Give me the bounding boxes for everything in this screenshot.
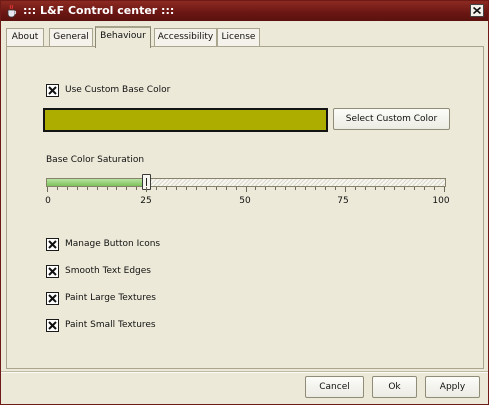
slider-major-tick bbox=[444, 187, 445, 192]
slider-minor-tick bbox=[126, 187, 127, 190]
slider-minor-tick bbox=[424, 187, 425, 190]
saturation-slider-fill bbox=[47, 179, 147, 186]
slider-minor-tick bbox=[255, 187, 256, 190]
paint-large-textures-checkbox[interactable] bbox=[46, 292, 59, 305]
close-icon bbox=[473, 7, 481, 14]
paint-small-textures-checkbox[interactable] bbox=[46, 319, 59, 332]
apply-button[interactable]: Apply bbox=[425, 376, 480, 398]
slider-minor-tick bbox=[206, 187, 207, 190]
tick-label-100: 100 bbox=[432, 196, 450, 206]
custom-color-swatch bbox=[43, 108, 328, 132]
slider-minor-tick bbox=[265, 187, 266, 190]
tab-accessibility[interactable]: Accessibility bbox=[154, 28, 217, 47]
window-title: ::: L&F Control center ::: bbox=[23, 4, 175, 17]
slider-minor-tick bbox=[186, 187, 187, 190]
slider-minor-tick bbox=[434, 187, 435, 190]
slider-minor-tick bbox=[384, 187, 385, 190]
title-bar[interactable]: ::: L&F Control center ::: bbox=[1, 1, 488, 21]
slider-minor-tick bbox=[196, 187, 197, 190]
tab-about[interactable]: About bbox=[6, 28, 44, 47]
slider-minor-tick bbox=[375, 187, 376, 190]
smooth-text-edges-label: Smooth Text Edges bbox=[65, 266, 151, 276]
slider-minor-tick bbox=[67, 187, 68, 190]
slider-major-tick bbox=[345, 187, 346, 192]
control-center-window: ::: L&F Control center ::: About General… bbox=[0, 0, 489, 405]
ok-button[interactable]: Ok bbox=[372, 376, 417, 398]
paint-small-textures-label: Paint Small Textures bbox=[65, 320, 156, 330]
footer-separator bbox=[1, 371, 488, 373]
checkmark-x-icon bbox=[48, 321, 57, 330]
slider-minor-tick bbox=[404, 187, 405, 190]
java-cup-icon bbox=[5, 4, 19, 18]
slider-minor-tick bbox=[136, 187, 137, 190]
slider-minor-tick bbox=[176, 187, 177, 190]
checkmark-x-icon bbox=[48, 267, 57, 276]
checkmark-x-icon bbox=[48, 86, 57, 95]
slider-minor-tick bbox=[305, 187, 306, 190]
cancel-button[interactable]: Cancel bbox=[305, 376, 364, 398]
slider-minor-tick bbox=[77, 187, 78, 190]
slider-minor-tick bbox=[335, 187, 336, 190]
use-custom-base-color-label: Use Custom Base Color bbox=[65, 85, 171, 95]
smooth-text-edges-checkbox[interactable] bbox=[46, 265, 59, 278]
slider-minor-tick bbox=[166, 187, 167, 190]
slider-minor-tick bbox=[365, 187, 366, 190]
slider-major-tick bbox=[246, 187, 247, 192]
close-button[interactable] bbox=[470, 4, 484, 17]
tick-label-25: 25 bbox=[140, 196, 152, 206]
slider-minor-tick bbox=[97, 187, 98, 190]
slider-minor-tick bbox=[57, 187, 58, 190]
checkmark-x-icon bbox=[48, 240, 57, 249]
paint-large-textures-label: Paint Large Textures bbox=[65, 293, 156, 303]
slider-minor-tick bbox=[116, 187, 117, 190]
slider-major-tick bbox=[47, 187, 48, 192]
slider-minor-tick bbox=[236, 187, 237, 190]
saturation-slider-track[interactable] bbox=[46, 178, 446, 187]
slider-minor-tick bbox=[295, 187, 296, 190]
checkmark-x-icon bbox=[48, 294, 57, 303]
tick-label-75: 75 bbox=[337, 196, 349, 206]
slider-minor-tick bbox=[226, 187, 227, 190]
slider-minor-tick bbox=[394, 187, 395, 190]
slider-minor-tick bbox=[156, 187, 157, 190]
select-custom-color-button[interactable]: Select Custom Color bbox=[333, 108, 450, 130]
tab-general[interactable]: General bbox=[49, 28, 93, 47]
manage-button-icons-checkbox[interactable] bbox=[46, 238, 59, 251]
slider-minor-tick bbox=[325, 187, 326, 190]
tab-strip: About General Behaviour Accessibility Li… bbox=[6, 26, 484, 48]
slider-minor-tick bbox=[414, 187, 415, 190]
slider-minor-tick bbox=[107, 187, 108, 190]
tick-label-50: 50 bbox=[239, 196, 251, 206]
manage-button-icons-label: Manage Button Icons bbox=[65, 239, 161, 249]
tab-license[interactable]: License bbox=[217, 28, 260, 47]
slider-minor-tick bbox=[285, 187, 286, 190]
slider-major-tick bbox=[146, 187, 147, 192]
slider-minor-tick bbox=[355, 187, 356, 190]
slider-minor-tick bbox=[87, 187, 88, 190]
tab-behaviour[interactable]: Behaviour bbox=[95, 26, 151, 48]
tick-label-0: 0 bbox=[45, 196, 51, 206]
slider-minor-tick bbox=[275, 187, 276, 190]
slider-minor-tick bbox=[216, 187, 217, 190]
saturation-label: Base Color Saturation bbox=[46, 155, 145, 165]
slider-minor-tick bbox=[315, 187, 316, 190]
use-custom-base-color-checkbox[interactable] bbox=[46, 84, 59, 97]
